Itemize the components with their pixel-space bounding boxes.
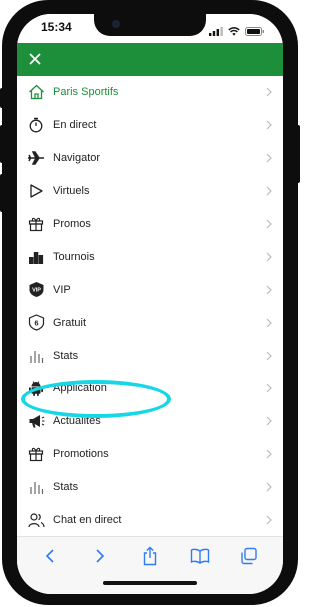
menu-item-gratuit[interactable]: 6 Gratuit bbox=[17, 306, 283, 339]
phone-side-button-left-2 bbox=[0, 125, 4, 163]
chevron-right-icon bbox=[266, 285, 272, 295]
menu-item-label: Chat en direct bbox=[53, 514, 122, 527]
chevron-right-icon bbox=[266, 186, 272, 196]
share-button[interactable] bbox=[139, 545, 161, 567]
menu-item-label: Tournois bbox=[53, 250, 95, 263]
menu-item-tournois[interactable]: Tournois bbox=[17, 240, 283, 273]
chevron-right-icon bbox=[266, 449, 272, 459]
bar-chart-icon bbox=[27, 478, 45, 496]
svg-text:VIP: VIP bbox=[32, 288, 41, 294]
airplane-icon bbox=[27, 149, 45, 167]
chevron-right-icon bbox=[266, 252, 272, 262]
back-icon bbox=[45, 549, 54, 563]
menu-item-label: Paris Sportifs bbox=[53, 86, 119, 99]
menu-item-promos[interactable]: Promos bbox=[17, 208, 283, 241]
menu-item-virtuels[interactable]: Virtuels bbox=[17, 175, 283, 208]
menu-item-label: Stats bbox=[53, 349, 79, 362]
bar-chart-icon bbox=[27, 347, 45, 365]
side-menu: Paris Sportifs En direct Navigator Virtu… bbox=[17, 76, 283, 536]
menu-item-label: Promos bbox=[53, 218, 91, 230]
gift-icon bbox=[27, 215, 45, 233]
menu-item-label: VIP bbox=[53, 283, 71, 296]
chevron-right-icon bbox=[266, 416, 272, 426]
menu-item-navigator[interactable]: Navigator bbox=[17, 142, 283, 175]
menu-item-label: Navigator bbox=[53, 152, 101, 165]
chevron-right-icon bbox=[266, 384, 272, 393]
chevron-right-icon bbox=[266, 515, 272, 525]
chevron-right-icon bbox=[266, 219, 272, 229]
megaphone-icon bbox=[27, 412, 45, 430]
menu-item-label: Promotions bbox=[53, 448, 109, 461]
chevron-right-icon bbox=[266, 318, 272, 328]
bookmarks-button[interactable] bbox=[189, 545, 211, 567]
chevron-right-icon bbox=[266, 351, 272, 360]
menu-item-label: Stats bbox=[53, 481, 79, 494]
menu-item-promotions[interactable]: Promotions bbox=[17, 438, 283, 471]
menu-item-stats[interactable]: Stats bbox=[17, 339, 283, 372]
phone-side-button-left-3 bbox=[0, 174, 4, 212]
back-button[interactable] bbox=[39, 545, 61, 567]
home-indicator bbox=[103, 581, 197, 585]
phone-screen: 15:34 Paris Sportifs En direct Navigator… bbox=[17, 14, 283, 594]
forward-icon bbox=[96, 549, 105, 563]
chevron-right-icon bbox=[266, 120, 272, 130]
menu-item-label: Gratuit bbox=[53, 316, 87, 329]
menu-item-stats-2[interactable]: Stats bbox=[17, 471, 283, 504]
svg-text:6: 6 bbox=[34, 319, 38, 328]
share-icon bbox=[143, 546, 157, 566]
menu-item-chat-en-direct[interactable]: Chat en direct bbox=[17, 504, 283, 537]
stopwatch-icon bbox=[27, 116, 45, 134]
close-icon bbox=[29, 53, 41, 65]
play-icon bbox=[27, 182, 45, 200]
menu-item-label: En direct bbox=[53, 119, 97, 132]
bookmarks-icon bbox=[190, 548, 210, 564]
menu-item-paris-sportifs[interactable]: Paris Sportifs bbox=[17, 76, 283, 109]
wifi-icon bbox=[228, 23, 240, 41]
menu-header bbox=[17, 43, 283, 76]
users-icon bbox=[27, 511, 45, 529]
highlight-annotation bbox=[21, 380, 171, 418]
vip-badge-icon: VIP bbox=[27, 281, 45, 299]
phone-side-button-right bbox=[296, 125, 300, 183]
browser-toolbar bbox=[17, 536, 283, 594]
home-icon bbox=[27, 83, 45, 101]
signal-icon bbox=[209, 23, 223, 41]
close-menu-button[interactable] bbox=[27, 51, 43, 67]
menu-item-en-direct[interactable]: En direct bbox=[17, 109, 283, 142]
menu-item-vip[interactable]: VIP VIP bbox=[17, 273, 283, 306]
battery-icon bbox=[245, 23, 265, 41]
six-shield-icon: 6 bbox=[27, 314, 45, 332]
status-icons bbox=[209, 23, 265, 41]
forward-button[interactable] bbox=[89, 545, 111, 567]
tabs-button[interactable] bbox=[238, 545, 260, 567]
tabs-icon bbox=[241, 547, 257, 565]
menu-item-label: Virtuels bbox=[53, 185, 90, 198]
podium-icon bbox=[27, 248, 45, 266]
chevron-right-icon bbox=[266, 153, 272, 163]
status-time: 15:34 bbox=[41, 20, 72, 34]
chevron-right-icon bbox=[266, 482, 272, 492]
front-camera bbox=[112, 20, 120, 28]
chevron-right-icon bbox=[266, 88, 272, 97]
gift-icon bbox=[27, 445, 45, 463]
phone-side-button-left-1 bbox=[0, 88, 4, 108]
notch bbox=[94, 14, 206, 36]
